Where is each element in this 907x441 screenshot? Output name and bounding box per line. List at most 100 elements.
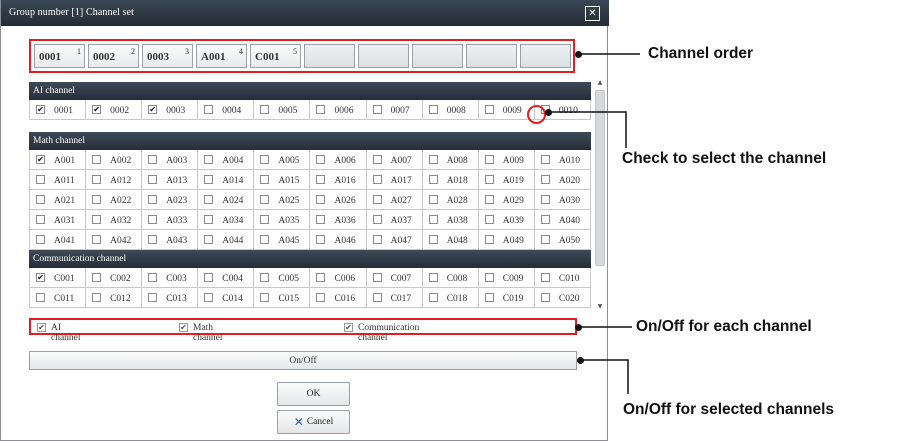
channel-cell[interactable]: C009 bbox=[478, 268, 535, 288]
channel-checkbox[interactable] bbox=[372, 235, 382, 244]
channel-checkbox[interactable] bbox=[428, 195, 438, 204]
channel-checkbox[interactable] bbox=[316, 235, 326, 244]
channel-checkbox[interactable] bbox=[92, 293, 102, 302]
channel-cell[interactable]: ✔ 0003 bbox=[142, 100, 199, 120]
channel-order-slot[interactable] bbox=[412, 44, 463, 68]
channel-checkbox[interactable] bbox=[316, 195, 326, 204]
channel-checkbox[interactable] bbox=[316, 215, 326, 224]
channel-cell[interactable]: A048 bbox=[422, 230, 479, 250]
channel-cell[interactable]: ✔ C001 bbox=[30, 268, 87, 288]
channel-cell[interactable]: C017 bbox=[366, 288, 423, 308]
channel-checkbox[interactable] bbox=[484, 215, 494, 224]
channel-cell[interactable]: A038 bbox=[422, 210, 479, 230]
channel-checkbox[interactable] bbox=[540, 235, 550, 244]
channel-checkbox[interactable] bbox=[260, 215, 270, 224]
channel-cell[interactable]: C003 bbox=[142, 268, 199, 288]
channel-checkbox[interactable] bbox=[92, 195, 102, 204]
channel-cell[interactable]: A016 bbox=[310, 170, 367, 190]
channel-checkbox[interactable] bbox=[204, 235, 214, 244]
channel-cell[interactable]: A041 bbox=[30, 230, 87, 250]
channel-cell[interactable]: A035 bbox=[254, 210, 311, 230]
channel-cell[interactable]: C018 bbox=[422, 288, 479, 308]
channel-checkbox[interactable] bbox=[92, 273, 102, 282]
channel-checkbox[interactable] bbox=[428, 215, 438, 224]
group-toggle-checkbox[interactable]: ✔ bbox=[37, 323, 46, 332]
channel-cell[interactable]: A034 bbox=[198, 210, 255, 230]
channel-cell[interactable]: C016 bbox=[310, 288, 367, 308]
channel-checkbox[interactable] bbox=[484, 155, 494, 164]
channel-cell[interactable]: C020 bbox=[534, 288, 591, 308]
channel-cell[interactable]: A007 bbox=[366, 150, 423, 170]
channel-checkbox[interactable] bbox=[260, 155, 270, 164]
channel-checkbox[interactable] bbox=[148, 155, 158, 164]
channel-cell[interactable]: A024 bbox=[198, 190, 255, 210]
channel-checkbox[interactable] bbox=[260, 175, 270, 184]
channel-checkbox[interactable]: ✔ bbox=[36, 273, 45, 282]
channel-cell[interactable]: A033 bbox=[142, 210, 199, 230]
channel-cell[interactable]: A032 bbox=[86, 210, 143, 230]
channel-order-slot[interactable]: C001 5 bbox=[250, 44, 301, 68]
channel-cell[interactable]: A022 bbox=[86, 190, 143, 210]
channel-checkbox[interactable] bbox=[148, 195, 158, 204]
channel-checkbox[interactable] bbox=[36, 195, 45, 204]
channel-cell[interactable]: 0008 bbox=[422, 100, 479, 120]
channel-checkbox[interactable] bbox=[148, 273, 158, 282]
channel-cell[interactable]: C010 bbox=[534, 268, 591, 288]
channel-cell[interactable]: A012 bbox=[86, 170, 143, 190]
channel-cell[interactable]: A027 bbox=[366, 190, 423, 210]
channel-cell[interactable]: C008 bbox=[422, 268, 479, 288]
channel-cell[interactable]: C012 bbox=[86, 288, 143, 308]
ok-button[interactable]: OK bbox=[277, 382, 350, 406]
channel-cell[interactable]: A036 bbox=[310, 210, 367, 230]
channel-checkbox[interactable] bbox=[540, 155, 550, 164]
channel-checkbox[interactable] bbox=[36, 293, 45, 302]
channel-checkbox[interactable] bbox=[540, 215, 550, 224]
onoff-button[interactable]: On/Off bbox=[29, 351, 577, 370]
channel-checkbox[interactable] bbox=[484, 273, 494, 282]
channel-cell[interactable]: A043 bbox=[142, 230, 199, 250]
channel-cell[interactable]: C015 bbox=[254, 288, 311, 308]
channel-cell[interactable]: A047 bbox=[366, 230, 423, 250]
channel-checkbox[interactable] bbox=[36, 175, 45, 184]
channel-cell[interactable]: A023 bbox=[142, 190, 199, 210]
channel-cell[interactable]: A008 bbox=[422, 150, 479, 170]
channel-order-slot[interactable] bbox=[520, 44, 571, 68]
channel-checkbox[interactable] bbox=[260, 195, 270, 204]
channel-checkbox[interactable] bbox=[372, 215, 382, 224]
channel-checkbox[interactable] bbox=[428, 293, 438, 302]
channel-order-slot[interactable]: 0001 1 bbox=[34, 44, 85, 68]
scroll-down-icon[interactable]: ▼ bbox=[593, 300, 607, 312]
channel-cell[interactable]: A018 bbox=[422, 170, 479, 190]
channel-checkbox[interactable] bbox=[148, 293, 158, 302]
channel-order-slot[interactable] bbox=[466, 44, 517, 68]
channel-cell[interactable]: A015 bbox=[254, 170, 311, 190]
channel-checkbox[interactable] bbox=[540, 293, 550, 302]
channel-checkbox[interactable] bbox=[204, 195, 214, 204]
channel-checkbox[interactable] bbox=[372, 175, 382, 184]
channel-checkbox[interactable] bbox=[540, 175, 550, 184]
channel-cell[interactable]: A049 bbox=[478, 230, 535, 250]
channel-checkbox[interactable] bbox=[428, 273, 438, 282]
channel-cell[interactable]: A013 bbox=[142, 170, 199, 190]
channel-cell[interactable]: A004 bbox=[198, 150, 255, 170]
channel-checkbox[interactable]: ✔ bbox=[36, 155, 45, 164]
channel-checkbox[interactable] bbox=[316, 155, 326, 164]
channel-checkbox[interactable] bbox=[540, 273, 550, 282]
channel-cell[interactable]: C014 bbox=[198, 288, 255, 308]
channel-checkbox[interactable] bbox=[260, 293, 270, 302]
channel-cell[interactable]: 0005 bbox=[254, 100, 311, 120]
channel-cell[interactable]: A025 bbox=[254, 190, 311, 210]
channel-cell[interactable]: A021 bbox=[30, 190, 87, 210]
channel-cell[interactable]: A044 bbox=[198, 230, 255, 250]
channel-cell[interactable]: A045 bbox=[254, 230, 311, 250]
channel-cell[interactable]: A011 bbox=[30, 170, 87, 190]
channel-checkbox[interactable] bbox=[204, 175, 214, 184]
channel-cell[interactable]: A005 bbox=[254, 150, 311, 170]
channel-checkbox[interactable] bbox=[428, 235, 438, 244]
channel-cell[interactable]: C002 bbox=[86, 268, 143, 288]
channel-cell[interactable]: A042 bbox=[86, 230, 143, 250]
channel-cell[interactable]: A037 bbox=[366, 210, 423, 230]
channel-order-slot[interactable]: A001 4 bbox=[196, 44, 247, 68]
channel-order-slot[interactable]: 0002 2 bbox=[88, 44, 139, 68]
channel-checkbox[interactable] bbox=[428, 105, 438, 114]
